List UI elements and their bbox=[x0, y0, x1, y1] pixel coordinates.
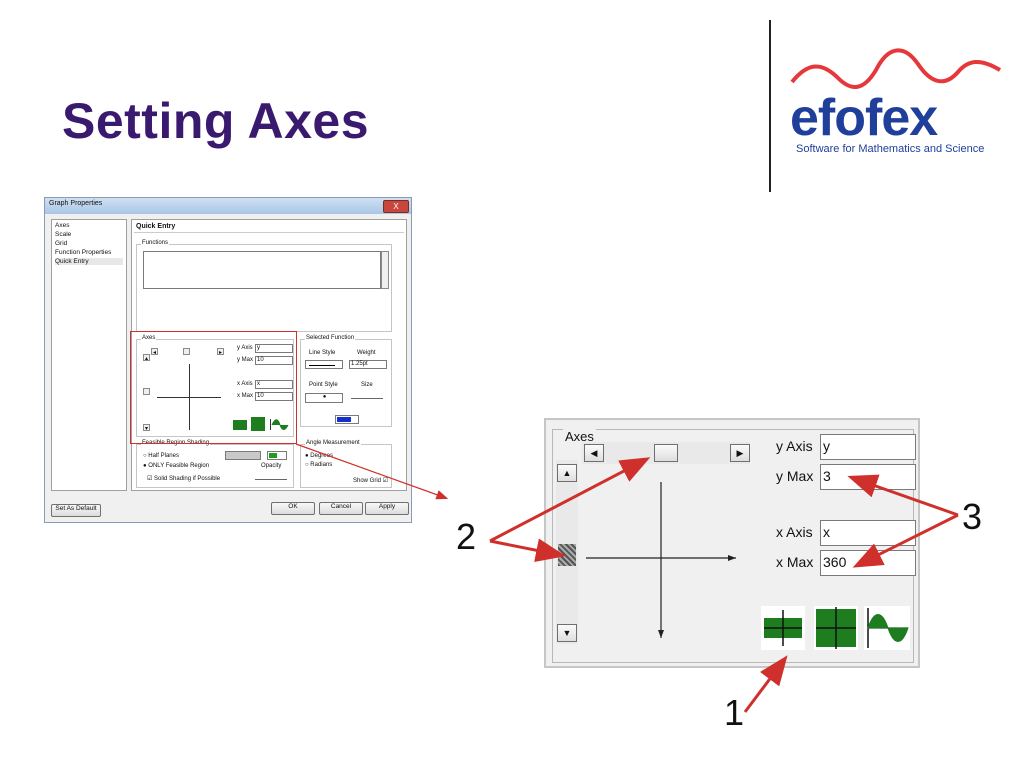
half-planes-radio[interactable]: ○ Half Planes bbox=[143, 453, 179, 459]
line-style-label: Line Style bbox=[309, 350, 336, 356]
x-max-label: x Max bbox=[776, 554, 814, 570]
dialog-nav-list: Axes Scale Grid Function Properties Quic… bbox=[51, 219, 127, 491]
show-grid-checkbox[interactable]: Show Grid ☑ bbox=[353, 477, 388, 484]
nav-item-quick-entry[interactable]: Quick Entry bbox=[55, 258, 123, 265]
callout-1: 1 bbox=[724, 692, 745, 733]
panel-title: Quick Entry bbox=[136, 223, 176, 230]
dialog-title: Graph Properties bbox=[49, 200, 103, 207]
logo-tagline: Software for Mathematics and Science bbox=[796, 143, 985, 155]
solid-shading-checkbox[interactable]: ☑ Solid Shading if Possible bbox=[147, 475, 220, 482]
show-grid-label: Show Grid bbox=[353, 478, 382, 484]
selected-function-label: Selected Function bbox=[305, 335, 356, 341]
only-feasible-radio[interactable]: ● ONLY Feasible Region bbox=[143, 463, 209, 469]
radians-radio[interactable]: ○ Radians bbox=[305, 462, 332, 468]
apply-button[interactable]: Apply bbox=[365, 502, 409, 515]
axes-highlight-box bbox=[130, 331, 297, 444]
slide-title: Setting Axes bbox=[62, 93, 370, 149]
size-label: Size bbox=[361, 382, 373, 388]
selected-function-group: Selected Function Line Style Weight 1.25… bbox=[300, 335, 392, 427]
weight-label: Weight bbox=[357, 350, 376, 356]
half-planes-label: Half Planes bbox=[148, 453, 179, 459]
x-axis-input[interactable]: x bbox=[820, 520, 916, 546]
only-feasible-label: ONLY Feasible Region bbox=[148, 463, 210, 469]
cancel-button[interactable]: Cancel bbox=[319, 502, 363, 515]
functions-textarea[interactable] bbox=[143, 251, 381, 289]
logo-divider bbox=[769, 20, 771, 192]
feasible-region-group: Feasible Region Shading ○ Half Planes ● … bbox=[136, 440, 294, 488]
point-style-label: Point Style bbox=[309, 382, 338, 388]
axes-zoom-panel: Axes ◀ ▶ ▲ ▼ y Axis y y Max 3 x Axis x x… bbox=[544, 418, 920, 668]
degrees-label: Degrees bbox=[310, 453, 333, 459]
size-slider[interactable] bbox=[351, 398, 383, 399]
shading-color-select[interactable] bbox=[267, 451, 287, 460]
dialog-close-button[interactable]: X bbox=[383, 200, 409, 213]
full-grid-button[interactable] bbox=[814, 606, 858, 650]
nav-item-axes[interactable]: Axes bbox=[55, 222, 69, 229]
y-max-input[interactable]: 3 bbox=[820, 464, 916, 490]
x-max-input[interactable]: 360 bbox=[820, 550, 916, 576]
color-select[interactable] bbox=[335, 415, 359, 424]
y-axis-label: y Axis bbox=[776, 438, 813, 454]
functions-scrollbar[interactable] bbox=[381, 251, 389, 289]
set-as-default-button[interactable]: Set As Default bbox=[51, 504, 101, 517]
solid-shading-label: Solid Shading if Possible bbox=[154, 476, 221, 482]
functions-label: Functions bbox=[141, 240, 170, 246]
weight-select[interactable]: 1.25pt bbox=[349, 360, 387, 369]
degrees-radio[interactable]: ● Degrees bbox=[305, 453, 333, 459]
radians-label: Radians bbox=[310, 462, 333, 468]
line-style-select[interactable] bbox=[305, 360, 343, 369]
opacity-label: Opacity bbox=[261, 463, 282, 469]
trig-axes-button[interactable] bbox=[864, 606, 910, 650]
ok-button[interactable]: OK bbox=[271, 502, 315, 515]
opacity-slider[interactable] bbox=[255, 479, 287, 480]
shading-pattern-select[interactable] bbox=[225, 451, 261, 460]
callout-2: 2 bbox=[456, 516, 477, 557]
angle-measurement-group: Angle Measurement ● Degrees ○ Radians Sh… bbox=[300, 440, 392, 488]
logo-wordmark: efofex bbox=[790, 89, 938, 147]
x-axis-label: x Axis bbox=[776, 524, 813, 540]
point-style-select[interactable]: ● bbox=[305, 393, 343, 403]
nav-item-scale[interactable]: Scale bbox=[55, 231, 71, 238]
functions-group: Functions bbox=[136, 240, 392, 332]
axes-only-button[interactable] bbox=[761, 606, 805, 650]
dialog-titlebar: Graph Properties X bbox=[45, 198, 411, 214]
y-axis-input[interactable]: y bbox=[820, 434, 916, 460]
nav-item-function-properties[interactable]: Function Properties bbox=[55, 249, 111, 256]
nav-item-grid[interactable]: Grid bbox=[55, 240, 67, 247]
y-max-label: y Max bbox=[776, 468, 814, 484]
callout-3: 3 bbox=[962, 496, 983, 537]
angle-measurement-label: Angle Measurement bbox=[305, 440, 361, 446]
